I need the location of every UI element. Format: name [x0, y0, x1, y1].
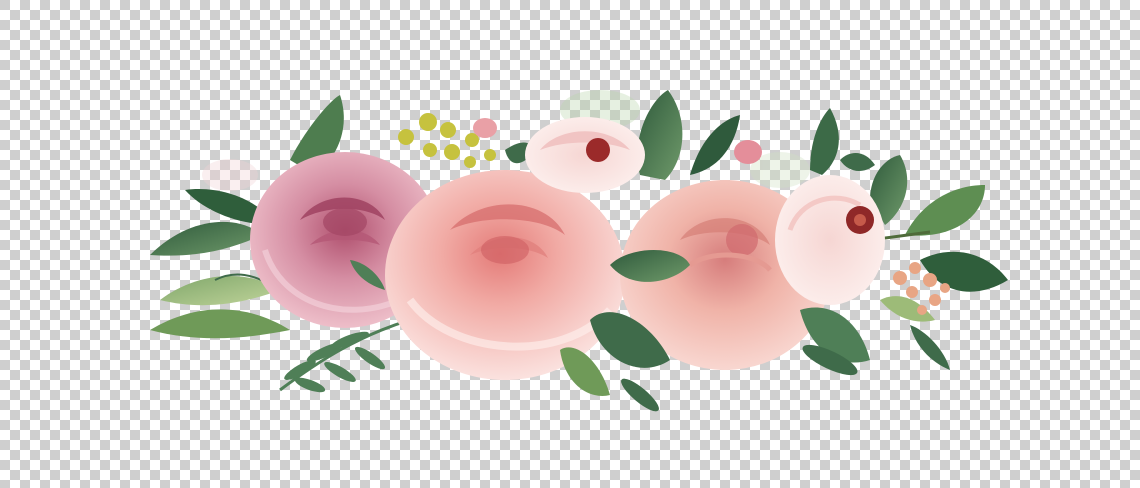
anemone-white-right [775, 175, 885, 305]
image-canvas [0, 0, 1140, 488]
rose-pink-center [385, 170, 625, 380]
peony-bud-top [525, 117, 645, 193]
bouquet-illustration [150, 90, 1008, 412]
fern-sprig-bottom-left [279, 318, 411, 393]
